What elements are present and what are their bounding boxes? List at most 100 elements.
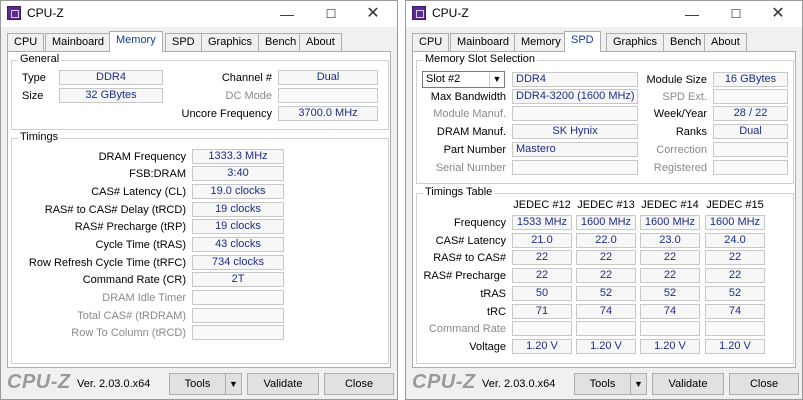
cpu-z-app-icon (412, 6, 426, 20)
cas-latency-label: CAS# Latency (435, 235, 506, 247)
uncore-frequency-value: 3700.0 MHz (278, 106, 378, 121)
uncore-frequency-label: Uncore Frequency (181, 108, 273, 120)
table-cell: 22 (705, 268, 765, 283)
module-manuf-value (512, 106, 638, 121)
close-button[interactable]: Close (729, 373, 799, 395)
version-label: Ver. 2.03.0.x64 (77, 378, 151, 390)
timings-table-legend: Timings Table (423, 186, 495, 198)
maximize-icon[interactable]: ☐ (313, 4, 349, 24)
chevron-down-icon[interactable]: ▼ (225, 373, 242, 395)
table-cell: 52 (705, 286, 765, 301)
module-size-value: 16 GBytes (713, 72, 788, 87)
close-icon[interactable]: ✕ (760, 4, 796, 24)
window-title: CPU-Z (432, 6, 469, 20)
version-label: Ver. 2.03.0.x64 (482, 378, 556, 390)
jedec-14-header: JEDEC #14 (641, 199, 699, 211)
cpu-z-logo: CPU-Z (7, 371, 71, 393)
table-cell (705, 321, 765, 336)
ranks-label: Ranks (675, 126, 707, 138)
table-cell: 21.0 (512, 233, 572, 248)
dc-mode-value (278, 88, 378, 103)
max-bandwidth-value: DDR4-3200 (1600 MHz) (512, 89, 638, 104)
registered-label: Registered (653, 162, 707, 174)
correction-value (713, 142, 788, 157)
minimize-icon[interactable]: — (269, 4, 305, 24)
tab-spd[interactable]: SPD (564, 31, 601, 52)
close-button[interactable]: Close (324, 373, 394, 395)
validate-button[interactable]: Validate (247, 373, 319, 395)
spd-panel: Memory Slot Selection Slot #2 ▼ DDR4 Max… (412, 51, 796, 368)
general-legend: General (18, 53, 62, 65)
tab-cpu[interactable]: CPU (412, 33, 450, 51)
tab-memory[interactable]: Memory (514, 33, 568, 51)
memory-slot-selection-group: Memory Slot Selection Slot #2 ▼ DDR4 Max… (416, 53, 794, 184)
tab-strip: CPU Mainboard Memory SPD Graphics Bench … (412, 31, 796, 52)
module-size-label: Module Size (646, 74, 707, 86)
row-to-column-label: Row To Column (tRCD) (71, 327, 186, 339)
timings-group: Timings DRAM Frequency 1333.3 MHz FSB:DR… (11, 131, 389, 364)
size-value: 32 GBytes (59, 88, 163, 103)
dram-idle-timer-value (192, 290, 284, 305)
table-cell (512, 321, 572, 336)
tras-value: 43 clocks (192, 237, 284, 252)
spd-ext-label: SPD Ext. (662, 91, 707, 103)
tab-strip: CPU Mainboard Memory SPD Graphics Bench … (7, 31, 391, 52)
table-cell: 1600 MHz (640, 215, 700, 230)
ranks-value: Dual (713, 124, 788, 139)
timings-legend: Timings (18, 131, 61, 143)
memory-panel: General Type DDR4 Size 32 GBytes Channel… (7, 51, 391, 368)
tab-graphics[interactable]: Graphics (606, 33, 665, 51)
dram-frequency-value: 1333.3 MHz (192, 149, 284, 164)
tab-graphics[interactable]: Graphics (201, 33, 260, 51)
minimize-icon[interactable]: — (674, 4, 710, 24)
dram-frequency-label: DRAM Frequency (98, 151, 186, 163)
jedec-13-header: JEDEC #13 (577, 199, 635, 211)
fsb-dram-label: FSB:DRAM (129, 168, 186, 180)
title-bar[interactable]: CPU-Z — ☐ ✕ (406, 1, 802, 27)
tab-mainboard[interactable]: Mainboard (45, 33, 111, 51)
table-cell: 22 (640, 250, 700, 265)
ras-to-cas-label: RAS# to CAS# (433, 252, 506, 264)
command-rate-label: Command Rate (CR) (82, 274, 186, 286)
frequency-label: Frequency (454, 217, 506, 229)
tab-about[interactable]: About (704, 33, 747, 51)
bottom-bar: CPU-Z Ver. 2.03.0.x64 Tools ▼ Validate C… (1, 369, 397, 399)
command-rate-value: 2T (192, 272, 284, 287)
table-cell: 71 (512, 304, 572, 319)
table-cell: 50 (512, 286, 572, 301)
trfc-label: Row Refresh Cycle Time (tRFC) (28, 257, 186, 269)
tab-mainboard[interactable]: Mainboard (450, 33, 516, 51)
tab-spd[interactable]: SPD (165, 33, 202, 51)
table-cell: 22 (576, 250, 636, 265)
memory-slot-selection-legend: Memory Slot Selection (423, 53, 538, 65)
tools-button[interactable]: Tools (169, 373, 226, 395)
close-icon[interactable]: ✕ (355, 4, 391, 24)
fsb-dram-value: 3:40 (192, 166, 284, 181)
tab-about[interactable]: About (299, 33, 342, 51)
chevron-down-icon[interactable]: ▼ (630, 373, 647, 395)
command-rate-label: Command Rate (428, 323, 506, 335)
trp-label: RAS# Precharge (tRP) (74, 221, 186, 233)
slot-select-value: Slot #2 (426, 73, 461, 85)
title-bar[interactable]: CPU-Z — ☐ ✕ (1, 1, 397, 27)
cas-latency-label: CAS# Latency (CL) (91, 186, 186, 198)
slot-select[interactable]: Slot #2 ▼ (422, 71, 505, 88)
tools-button[interactable]: Tools (574, 373, 631, 395)
tab-memory[interactable]: Memory (109, 31, 163, 52)
bottom-bar: CPU-Z Ver. 2.03.0.x64 Tools ▼ Validate C… (406, 369, 802, 399)
table-cell: 1600 MHz (705, 215, 765, 230)
maximize-icon[interactable]: ☐ (718, 4, 754, 24)
serial-number-label: Serial Number (435, 162, 506, 174)
table-cell: 22 (640, 268, 700, 283)
table-cell: 24.0 (705, 233, 765, 248)
tab-bench[interactable]: Bench (663, 33, 709, 51)
trfc-value: 734 clocks (192, 255, 284, 270)
tab-bench[interactable]: Bench (258, 33, 304, 51)
table-cell: 52 (640, 286, 700, 301)
validate-button[interactable]: Validate (652, 373, 724, 395)
table-cell: 74 (640, 304, 700, 319)
week-year-value: 28 / 22 (713, 106, 788, 121)
serial-number-value (512, 160, 638, 175)
chevron-down-icon[interactable]: ▼ (489, 72, 504, 87)
tab-cpu[interactable]: CPU (7, 33, 45, 51)
